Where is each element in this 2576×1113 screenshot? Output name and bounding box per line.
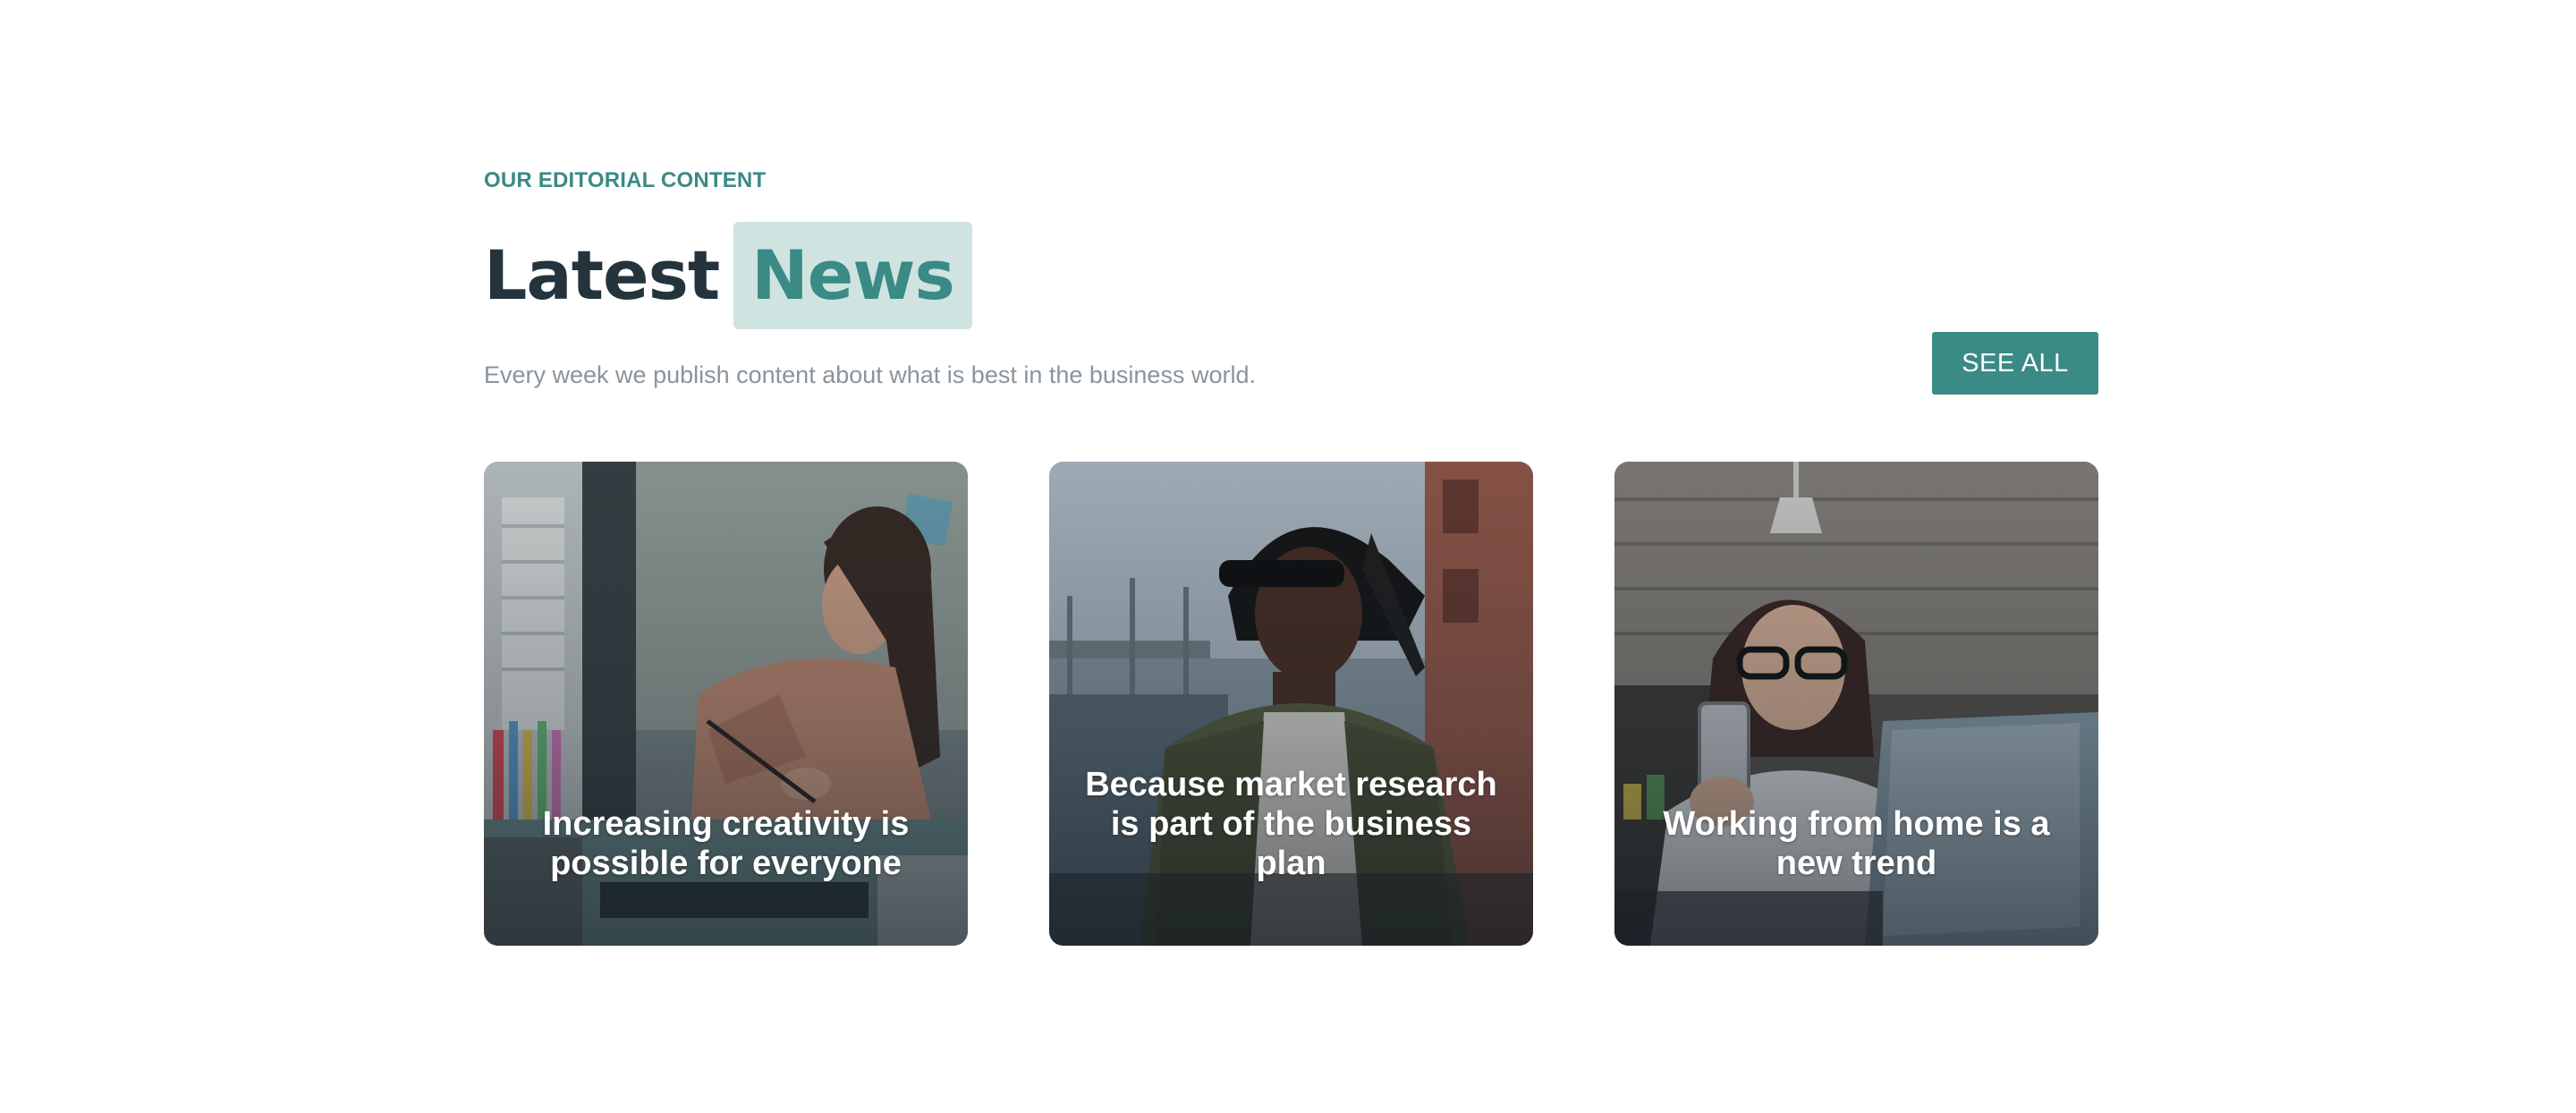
- heading-word-news: News: [751, 235, 955, 315]
- card-title: Because market research is part of the b…: [1085, 766, 1497, 882]
- heading-highlight: News: [733, 222, 972, 329]
- heading-word-latest: Latest: [484, 235, 720, 315]
- news-card-market-research[interactable]: Because market research is part of the b…: [1049, 462, 1533, 946]
- card-title: Working from home is a new trend: [1663, 805, 2050, 882]
- news-cards: Increasing creativity is possible for ev…: [484, 462, 2098, 946]
- news-card-working-from-home[interactable]: Working from home is a new trend: [1614, 462, 2098, 946]
- card-title: Increasing creativity is possible for ev…: [542, 805, 910, 882]
- section-subtitle: Every week we publish content about what…: [484, 361, 1256, 388]
- section-heading: Latest News: [484, 222, 972, 329]
- see-all-button[interactable]: SEE ALL: [1932, 332, 2098, 395]
- news-card-creativity[interactable]: Increasing creativity is possible for ev…: [484, 462, 968, 946]
- section-eyebrow: OUR EDITORIAL CONTENT: [484, 168, 767, 192]
- editorial-section: OUR EDITORIAL CONTENT Latest News Every …: [484, 0, 2098, 1113]
